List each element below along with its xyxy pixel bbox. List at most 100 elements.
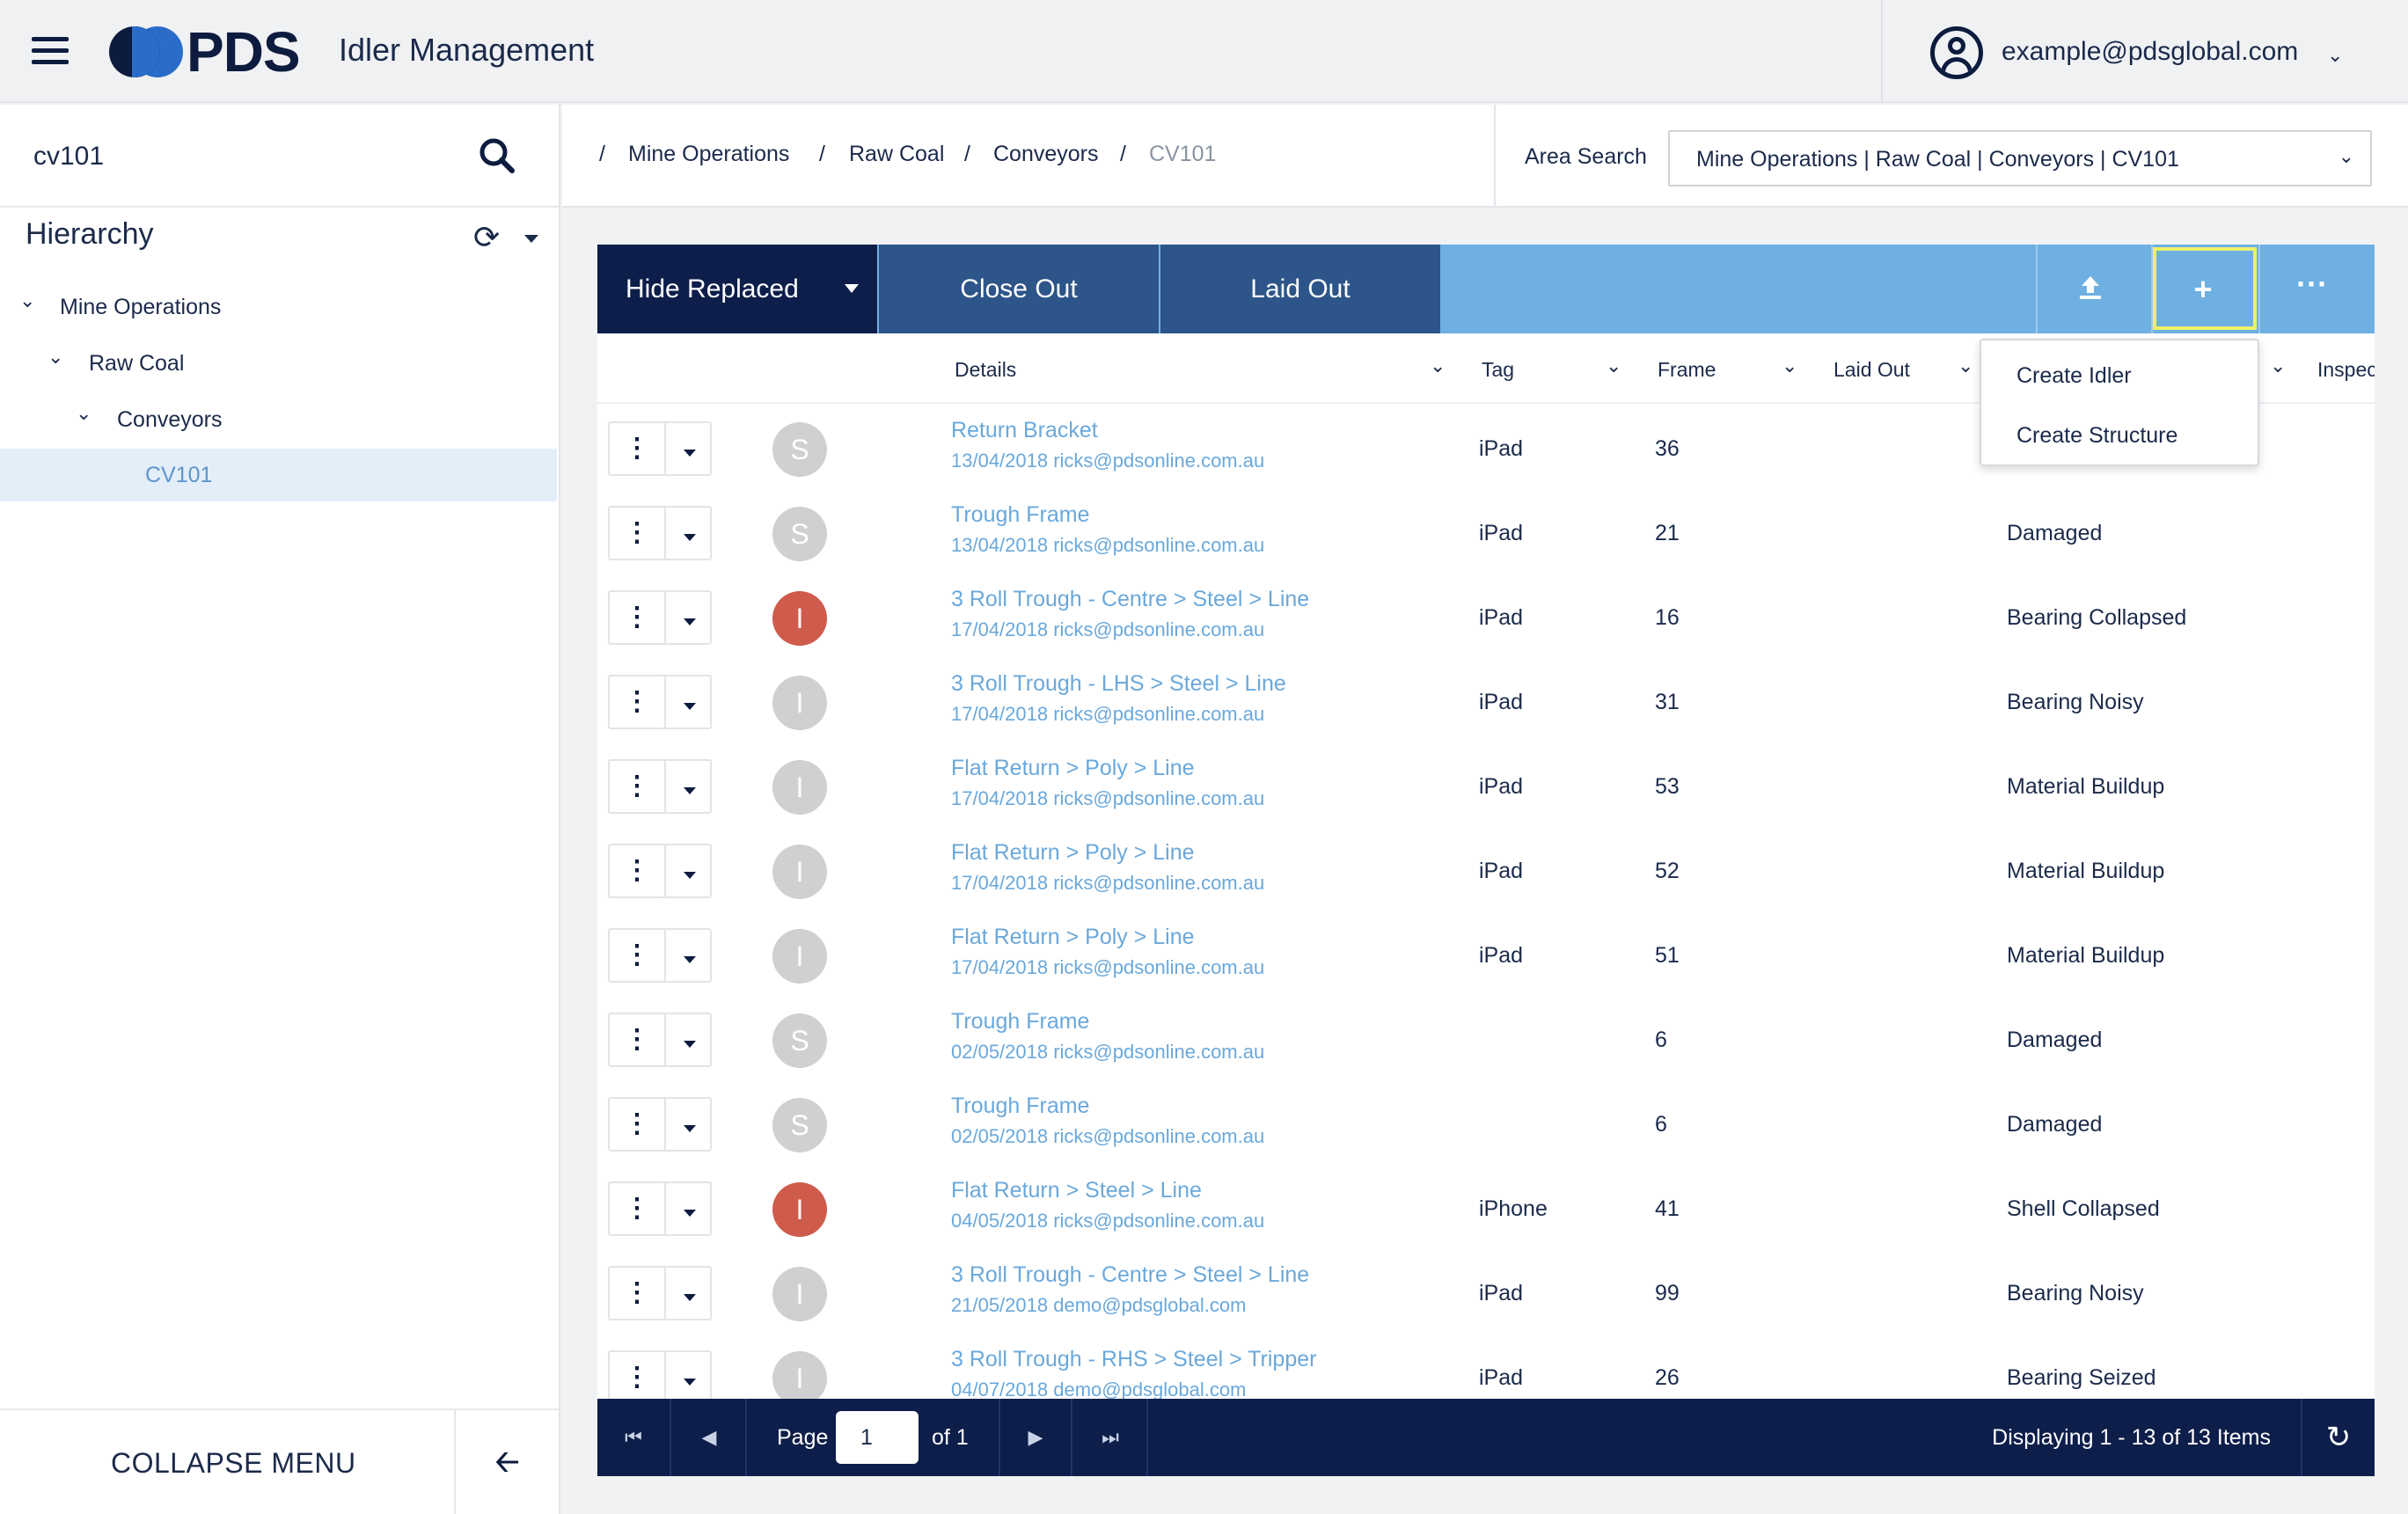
page-number-input[interactable] <box>836 1411 919 1464</box>
detail-title-link[interactable]: 3 Roll Trough - Centre > Steel > Line <box>951 1262 1309 1288</box>
detail-title-link[interactable]: Trough Frame <box>951 502 1089 528</box>
detail-title-link[interactable]: 3 Roll Trough - LHS > Steel > Line <box>951 671 1286 697</box>
caret-down-icon[interactable] <box>668 761 712 812</box>
caret-down-icon[interactable] <box>668 930 712 981</box>
chevron-down-icon[interactable]: ⌄ <box>76 402 91 425</box>
chevron-down-icon[interactable]: ⌄ <box>19 289 35 312</box>
close-out-button[interactable]: Close Out <box>879 245 1159 333</box>
upload-button[interactable] <box>2036 245 2141 333</box>
table-row[interactable]: ⋮ I 3 Roll Trough - LHS > Steel > Line 17/0… <box>597 659 2375 743</box>
tree-item-conveyors[interactable]: ⌄ Conveyors <box>0 393 557 446</box>
detail-title-link[interactable]: 3 Roll Trough - RHS > Steel > Tripper <box>951 1347 1316 1372</box>
kebab-menu-icon[interactable]: ⋮ <box>610 1268 666 1319</box>
breadcrumb-conveyors[interactable]: Conveyors <box>993 142 1099 167</box>
search-icon[interactable] <box>478 136 516 175</box>
detail-title-link[interactable]: Return Bracket <box>951 418 1098 443</box>
collapse-menu-button[interactable]: COLLAPSE MENU <box>0 1410 454 1514</box>
table-row[interactable]: ⋮ S Trough Frame 02/05/2018 ricks@pdsonline… <box>597 997 2375 1081</box>
caret-down-icon[interactable] <box>668 845 712 896</box>
table-row[interactable]: ⋮ I Flat Return > Poly > Line 17/04/2018 ri… <box>597 912 2375 997</box>
row-actions: ⋮ <box>608 590 712 645</box>
kebab-menu-icon[interactable]: ⋮ <box>610 1183 666 1234</box>
column-header-details[interactable]: Details <box>955 358 1016 382</box>
type-badge: I <box>772 760 827 815</box>
table-row[interactable]: ⋮ I Flat Return > Poly > Line 17/04/2018 ri… <box>597 828 2375 912</box>
add-button[interactable]: + <box>2151 245 2257 333</box>
detail-title-link[interactable]: Flat Return > Steel > Line <box>951 1178 1202 1203</box>
logo-mark <box>109 25 183 79</box>
frame-cell: 6 <box>1655 1112 1667 1137</box>
column-header-frame[interactable]: Frame <box>1658 358 1716 382</box>
prev-page-button[interactable]: ◀ <box>673 1399 747 1476</box>
create-structure-item[interactable]: Create Structure <box>1981 406 2258 464</box>
detail-title-link[interactable]: 3 Roll Trough - Centre > Steel > Line <box>951 587 1309 612</box>
refresh-icon[interactable]: ↻ <box>2301 1399 2375 1476</box>
next-page-button[interactable]: ▶ <box>999 1399 1072 1476</box>
caret-down-icon[interactable] <box>668 1099 712 1150</box>
kebab-menu-icon[interactable]: ⋮ <box>610 592 666 643</box>
arrow-left-icon[interactable]: 🡠 <box>454 1410 559 1514</box>
chevron-down-icon[interactable]: ⌄ <box>1430 355 1446 377</box>
column-header-tag[interactable]: Tag <box>1482 358 1514 382</box>
kebab-menu-icon[interactable]: ⋮ <box>610 1099 666 1150</box>
table-row[interactable]: ⋮ I Flat Return > Steel > Line 04/05/2018 r… <box>597 1166 2375 1250</box>
top-bar: PDS Idler Management example@pdsglobal.c… <box>0 0 2408 103</box>
chevron-down-icon: ⌄ <box>2327 44 2344 66</box>
detail-title-link[interactable]: Trough Frame <box>951 1093 1089 1119</box>
chevron-down-icon[interactable]: ⌄ <box>1782 355 1797 377</box>
caret-down-icon[interactable] <box>668 508 712 559</box>
detail-title-link[interactable]: Trough Frame <box>951 1009 1089 1035</box>
tree-item-raw-coal[interactable]: ⌄ Raw Coal <box>0 337 557 390</box>
detail-subtitle: 13/04/2018 ricks@pdsonline.com.au <box>951 450 1265 472</box>
breadcrumb-mine-operations[interactable]: Mine Operations <box>628 142 789 167</box>
column-header-inspection[interactable]: Inspec <box>2317 358 2375 382</box>
hide-replaced-button[interactable]: Hide Replaced <box>597 245 877 333</box>
hamburger-menu-icon[interactable] <box>32 37 69 65</box>
caret-down-icon[interactable] <box>668 1352 712 1403</box>
more-options-button[interactable]: ··· <box>2258 245 2364 333</box>
chevron-down-icon[interactable]: ⌄ <box>1958 355 1973 377</box>
table-row[interactable]: ⋮ I 3 Roll Trough - Centre > Steel > Line 1… <box>597 574 2375 659</box>
first-page-button[interactable]: ⏮ <box>597 1399 671 1476</box>
tree-item-cv101[interactable]: CV101 <box>0 449 557 501</box>
table-row[interactable]: ⋮ I 3 Roll Trough - Centre > Steel > Line 2… <box>597 1250 2375 1335</box>
kebab-menu-icon[interactable]: ⋮ <box>610 508 666 559</box>
last-page-button[interactable]: ⏭ <box>1074 1399 1148 1476</box>
kebab-menu-icon[interactable]: ⋮ <box>610 845 666 896</box>
tree-item-mine-operations[interactable]: ⌄ Mine Operations <box>0 281 557 333</box>
caret-down-icon[interactable] <box>668 1183 712 1234</box>
type-badge: I <box>772 1267 827 1321</box>
area-search-select[interactable]: Mine Operations | Raw Coal | Conveyors |… <box>1668 130 2372 187</box>
row-actions: ⋮ <box>608 675 712 729</box>
kebab-menu-icon[interactable]: ⋮ <box>610 423 666 474</box>
chevron-down-icon[interactable]: ⌄ <box>1606 355 1621 377</box>
caret-down-icon[interactable] <box>668 423 712 474</box>
logo-text: PDS <box>187 20 301 84</box>
caret-down-icon[interactable] <box>668 1268 712 1319</box>
detail-title-link[interactable]: Flat Return > Poly > Line <box>951 756 1195 781</box>
search-input[interactable] <box>33 135 456 178</box>
detail-title-link[interactable]: Flat Return > Poly > Line <box>951 840 1195 866</box>
caret-down-icon[interactable] <box>524 235 538 243</box>
detail-title-link[interactable]: Flat Return > Poly > Line <box>951 925 1195 950</box>
kebab-menu-icon[interactable]: ⋮ <box>610 1352 666 1403</box>
refresh-icon[interactable]: ⟳ <box>473 219 500 256</box>
user-menu[interactable]: example@pdsglobal.com ⌄ <box>1881 0 2408 103</box>
chevron-down-icon[interactable]: ⌄ <box>48 346 63 369</box>
table-row[interactable]: ⋮ I Flat Return > Poly > Line 17/04/2018 ri… <box>597 743 2375 828</box>
caret-down-icon[interactable] <box>668 592 712 643</box>
kebab-menu-icon[interactable]: ⋮ <box>610 1014 666 1065</box>
laid-out-button[interactable]: Laid Out <box>1160 245 1440 333</box>
row-actions: ⋮ <box>608 844 712 898</box>
kebab-menu-icon[interactable]: ⋮ <box>610 761 666 812</box>
column-header-laid-out[interactable]: Laid Out <box>1833 358 1910 382</box>
table-row[interactable]: ⋮ S Trough Frame 02/05/2018 ricks@pdsonline… <box>597 1081 2375 1166</box>
kebab-menu-icon[interactable]: ⋮ <box>610 930 666 981</box>
breadcrumb-raw-coal[interactable]: Raw Coal <box>849 142 944 167</box>
create-idler-item[interactable]: Create Idler <box>1981 346 2258 404</box>
table-row[interactable]: ⋮ S Trough Frame 13/04/2018 ricks@pdsonline… <box>597 490 2375 574</box>
chevron-down-icon[interactable]: ⌄ <box>2270 355 2286 377</box>
caret-down-icon[interactable] <box>668 677 712 728</box>
kebab-menu-icon[interactable]: ⋮ <box>610 677 666 728</box>
caret-down-icon[interactable] <box>668 1014 712 1065</box>
